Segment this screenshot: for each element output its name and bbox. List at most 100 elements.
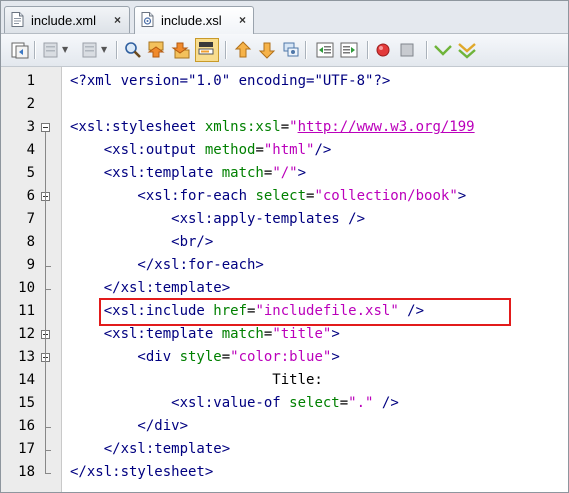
code-token: <xsl:template bbox=[70, 326, 222, 342]
line-number: 2 bbox=[26, 96, 35, 112]
fold-guide bbox=[45, 339, 46, 450]
forward-icon[interactable] bbox=[80, 40, 100, 60]
shift-left-icon[interactable] bbox=[315, 40, 335, 60]
code-line: </div> bbox=[70, 415, 188, 438]
line-number: 4 bbox=[26, 142, 35, 158]
code-editor[interactable]: <?xml version="1.0" encoding="UTF-8"?> <x… bbox=[62, 67, 568, 492]
code-token: <xsl:stylesheet bbox=[70, 119, 205, 135]
code-token: http://www.w3.org/199 bbox=[297, 119, 475, 135]
code-token: <xsl:for-each bbox=[70, 188, 256, 204]
code-line: Title: bbox=[70, 369, 323, 392]
line-number: 13 bbox=[18, 349, 35, 365]
tab-label: include.xml bbox=[31, 13, 97, 28]
line-number: 17 bbox=[18, 441, 35, 457]
code-token: "." bbox=[348, 395, 374, 411]
code-line: <div style="color:blue"> bbox=[70, 346, 340, 369]
code-token: > bbox=[457, 188, 467, 204]
check-xml-icon[interactable] bbox=[433, 40, 453, 60]
code-line: </xsl:for-each> bbox=[70, 254, 263, 277]
code-token: = bbox=[339, 395, 349, 411]
code-line: <xsl:value-of select="." /> bbox=[70, 392, 399, 415]
find-next-icon[interactable] bbox=[171, 40, 191, 60]
line-number: 16 bbox=[18, 418, 35, 434]
code-token: = bbox=[280, 119, 290, 135]
stop-macro-icon[interactable] bbox=[397, 40, 417, 60]
code-token: <xsl:value-of bbox=[70, 395, 290, 411]
tab-bar: include.xml × include.xsl × bbox=[1, 1, 568, 34]
code-token: select bbox=[255, 188, 307, 204]
editor-window: include.xml × include.xsl × ▼ ▼ 1 2 3 4 … bbox=[0, 0, 569, 493]
line-number: 5 bbox=[26, 165, 35, 181]
code-token: /> bbox=[373, 395, 399, 411]
fold-toggle-icon[interactable] bbox=[41, 123, 50, 132]
shift-right-icon[interactable] bbox=[339, 40, 359, 60]
code-token: version="1.0" encoding="UTF-8"?> bbox=[112, 73, 391, 89]
toolbar-separator bbox=[367, 41, 369, 59]
code-token: </xsl:template> bbox=[70, 280, 231, 296]
code-token: xml bbox=[86, 73, 113, 89]
editor-toolbar: ▼ ▼ bbox=[1, 34, 568, 67]
code-token: <xsl:apply-templates /> bbox=[70, 211, 366, 227]
highlight-box bbox=[99, 298, 511, 326]
line-number: 7 bbox=[26, 211, 35, 227]
back-icon[interactable] bbox=[41, 40, 61, 60]
fold-guide bbox=[45, 178, 46, 289]
find-icon[interactable] bbox=[123, 40, 143, 60]
code-token: = bbox=[221, 349, 231, 365]
code-token: > bbox=[297, 165, 307, 181]
history-icon[interactable] bbox=[10, 40, 30, 60]
line-number: 15 bbox=[18, 395, 35, 411]
fold-end bbox=[45, 473, 51, 474]
code-line: <xsl:apply-templates /> bbox=[70, 208, 365, 231]
code-line: <xsl:for-each select="collection/book"> bbox=[70, 185, 466, 208]
find-previous-icon[interactable] bbox=[147, 40, 167, 60]
line-number: 1 bbox=[26, 73, 35, 89]
code-token: "collection/book" bbox=[314, 188, 458, 204]
code-token: > bbox=[331, 326, 340, 342]
code-token: " bbox=[289, 119, 298, 135]
line-number: 10 bbox=[18, 280, 35, 296]
line-number: 6 bbox=[26, 188, 35, 204]
toggle-highlight-icon[interactable] bbox=[195, 38, 219, 62]
fold-end bbox=[45, 289, 51, 290]
code-token: "title" bbox=[272, 326, 332, 342]
code-token: </div> bbox=[70, 418, 189, 434]
code-token: select bbox=[289, 395, 340, 411]
line-number: 18 bbox=[18, 464, 35, 480]
code-token: <xsl:template bbox=[70, 165, 222, 181]
code-line: <br/> bbox=[70, 231, 213, 254]
code-token: <div bbox=[70, 349, 180, 365]
code-token: <? bbox=[70, 73, 87, 89]
code-line: <?xml version="1.0" encoding="UTF-8"?> bbox=[70, 70, 390, 93]
line-number: 14 bbox=[18, 372, 35, 388]
code-token: style bbox=[179, 349, 222, 365]
code-line: </xsl:template> bbox=[70, 277, 230, 300]
toolbar-separator bbox=[116, 41, 118, 59]
next-bookmark-icon[interactable] bbox=[257, 40, 277, 60]
code-line: <xsl:template match="title"> bbox=[70, 323, 340, 346]
fold-end bbox=[45, 450, 51, 451]
tab-label: include.xsl bbox=[161, 13, 222, 28]
previous-bookmark-icon[interactable] bbox=[233, 40, 253, 60]
code-token: > bbox=[331, 349, 340, 365]
code-token: xmlns:xsl bbox=[204, 119, 281, 135]
line-number: 9 bbox=[26, 257, 35, 273]
chevron-down-icon[interactable]: ▼ bbox=[62, 45, 68, 54]
code-line: <xsl:template match="/"> bbox=[70, 162, 306, 185]
line-number: 8 bbox=[26, 234, 35, 250]
tab-include-xsl[interactable]: include.xsl × bbox=[134, 6, 254, 34]
validate-xml-icon[interactable] bbox=[457, 40, 477, 60]
line-number: 3 bbox=[26, 119, 35, 135]
toggle-bookmark-icon[interactable] bbox=[281, 40, 301, 60]
chevron-down-icon[interactable]: ▼ bbox=[101, 45, 107, 54]
close-icon[interactable]: × bbox=[239, 13, 246, 27]
code-token: </xsl:stylesheet> bbox=[70, 464, 214, 480]
code-token: "color:blue" bbox=[230, 349, 332, 365]
tab-include-xml[interactable]: include.xml × bbox=[4, 6, 130, 33]
code-line: <xsl:stylesheet xmlns:xsl="http://www.w3… bbox=[70, 116, 475, 139]
xsl-file-icon bbox=[141, 12, 154, 27]
close-icon[interactable]: × bbox=[114, 13, 121, 27]
code-token: match bbox=[221, 326, 264, 342]
record-macro-icon[interactable] bbox=[373, 40, 393, 60]
code-token: match bbox=[221, 165, 264, 181]
